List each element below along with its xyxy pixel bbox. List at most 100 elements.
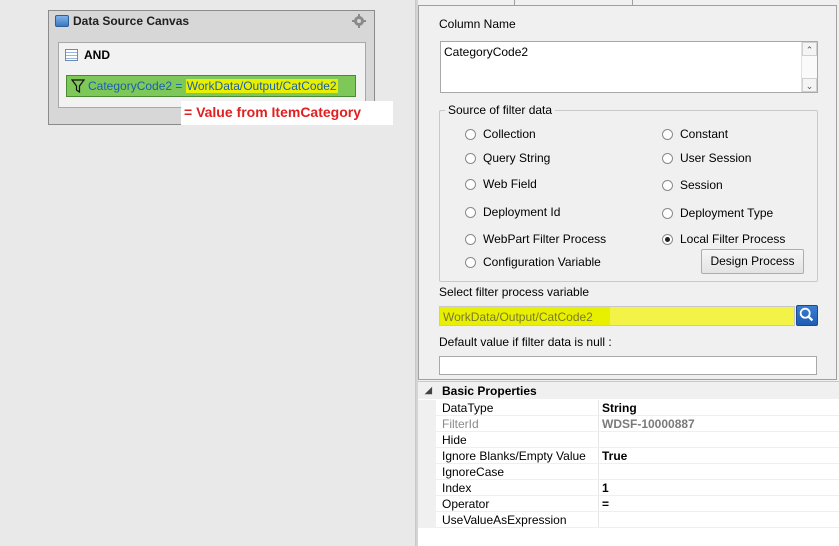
radio-label: Constant xyxy=(680,127,729,141)
filter-operator: = xyxy=(172,79,186,93)
row-gutter xyxy=(418,496,436,512)
tab-page: Column Name CategoryCode2 ⌃ ⌄ Source of … xyxy=(418,5,837,380)
default-value-label: Default value if filter data is null : xyxy=(439,335,612,349)
column-separator xyxy=(598,432,599,448)
default-value-input[interactable] xyxy=(439,356,817,375)
property-row[interactable]: UseValueAsExpression xyxy=(418,512,839,528)
radio-label: Web Field xyxy=(483,177,537,191)
row-gutter xyxy=(418,480,436,496)
and-label-text: AND xyxy=(84,48,110,62)
radio-option[interactable]: Deployment Id xyxy=(465,205,560,219)
property-key: UseValueAsExpression xyxy=(442,513,567,527)
radio-button[interactable] xyxy=(465,152,476,164)
filter-value: WorkData/Output/CatCode2 xyxy=(185,79,338,93)
property-key: DataType xyxy=(442,401,494,415)
property-value: True xyxy=(602,449,628,463)
scroll-down-icon[interactable]: ⌄ xyxy=(802,78,817,92)
radio-button[interactable] xyxy=(662,233,673,245)
row-gutter xyxy=(418,512,436,528)
basic-properties-header[interactable]: ◢ Basic Properties xyxy=(418,382,839,399)
scroll-up-icon[interactable]: ⌃ xyxy=(802,42,817,56)
column-name-scrollbar[interactable]: ⌃ ⌄ xyxy=(801,42,817,92)
radio-button[interactable] xyxy=(662,152,673,164)
radio-label: WebPart Filter Process xyxy=(483,232,607,246)
property-row[interactable]: Index 1 xyxy=(418,480,839,496)
row-gutter xyxy=(418,464,436,480)
collapse-triangle-icon[interactable]: ◢ xyxy=(425,385,432,396)
and-group-icon xyxy=(65,49,78,61)
radio-button[interactable] xyxy=(662,207,673,219)
property-grid: ◢ Basic Properties DataType String FilterI… xyxy=(418,381,839,546)
radio-option[interactable]: WebPart Filter Process xyxy=(465,232,606,246)
database-icon xyxy=(55,15,69,27)
property-row[interactable]: IgnoreCase xyxy=(418,464,839,480)
canvas-title-text: Data Source Canvas xyxy=(73,14,190,28)
radio-button[interactable] xyxy=(465,233,476,245)
radio-label: Deployment Id xyxy=(483,205,561,219)
funnel-icon xyxy=(71,79,85,93)
filter-process-variable-value: WorkData/Output/CatCode2 xyxy=(443,310,593,324)
property-key: Index xyxy=(442,481,472,495)
radio-option[interactable]: Local Filter Process xyxy=(662,232,785,246)
property-row[interactable]: DataType String xyxy=(418,400,839,416)
column-separator xyxy=(598,512,599,528)
column-separator xyxy=(598,496,599,512)
and-group[interactable]: AND CategoryCode2 = WorkData/Output/CatC… xyxy=(58,42,366,108)
property-row[interactable]: Operator = xyxy=(418,496,839,512)
column-separator xyxy=(598,464,599,480)
property-value: = xyxy=(602,497,610,511)
radio-button[interactable] xyxy=(662,128,673,140)
radio-label: Query String xyxy=(483,151,551,165)
radio-label: Local Filter Process xyxy=(680,232,786,246)
property-key: FilterId xyxy=(442,417,479,431)
property-key: Ignore Blanks/Empty Value xyxy=(442,449,586,463)
radio-option[interactable]: Session xyxy=(662,178,723,192)
radio-option[interactable]: Query String xyxy=(465,151,550,165)
filter-expression: CategoryCode2 = WorkData/Output/CatCode2 xyxy=(88,79,338,93)
property-value: 1 xyxy=(602,481,609,495)
search-button[interactable] xyxy=(796,305,818,326)
radio-button[interactable] xyxy=(465,256,476,268)
radio-label: Session xyxy=(680,178,723,192)
radio-label: User Session xyxy=(680,151,752,165)
radio-button[interactable] xyxy=(465,206,476,218)
search-icon xyxy=(799,307,814,322)
filter-field: CategoryCode2 xyxy=(88,79,173,93)
property-row[interactable]: Hide xyxy=(418,432,839,448)
column-name-value: CategoryCode2 xyxy=(444,45,529,59)
radio-option[interactable]: Deployment Type xyxy=(662,206,773,220)
radio-option[interactable]: Collection xyxy=(465,127,536,141)
property-row[interactable]: FilterId WDSF-10000887 xyxy=(418,416,839,432)
row-gutter xyxy=(418,432,436,448)
column-separator xyxy=(598,400,599,416)
canvas-title: Data Source Canvas xyxy=(55,14,189,28)
design-process-button[interactable]: Design Process xyxy=(701,249,804,274)
column-separator xyxy=(598,448,599,464)
select-variable-label: Select filter process variable xyxy=(439,285,590,299)
radio-button[interactable] xyxy=(465,128,476,140)
property-key: IgnoreCase xyxy=(442,465,505,479)
row-gutter xyxy=(418,400,436,416)
property-value: WDSF-10000887 xyxy=(602,417,695,431)
radio-option[interactable]: Web Field xyxy=(465,177,537,191)
gear-icon[interactable] xyxy=(352,14,366,28)
column-name-field[interactable]: CategoryCode2 ⌃ ⌄ xyxy=(440,41,818,93)
column-name-label: Column Name xyxy=(439,17,516,31)
radio-option[interactable]: User Session xyxy=(662,151,751,165)
row-border xyxy=(436,527,839,528)
radio-option[interactable]: Constant xyxy=(662,127,728,141)
filter-process-variable-input[interactable]: WorkData/Output/CatCode2 xyxy=(439,306,795,326)
radio-option[interactable]: Configuration Variable xyxy=(465,255,601,269)
property-key: Operator xyxy=(442,497,490,511)
basic-properties-title: Basic Properties xyxy=(442,384,537,398)
row-gutter xyxy=(418,416,436,432)
radio-label: Configuration Variable xyxy=(483,255,601,269)
radio-label: Collection xyxy=(483,127,536,141)
filter-condition[interactable]: CategoryCode2 = WorkData/Output/CatCode2 xyxy=(66,75,356,97)
property-row[interactable]: Ignore Blanks/Empty Value True xyxy=(418,448,839,464)
filter-properties-panel: Column Name CategoryCode2 ⌃ ⌄ Source of … xyxy=(418,0,839,546)
radio-button[interactable] xyxy=(662,179,673,191)
and-group-label: AND xyxy=(65,48,110,62)
radio-button[interactable] xyxy=(465,178,476,190)
source-group-label: Source of filter data xyxy=(445,103,556,117)
